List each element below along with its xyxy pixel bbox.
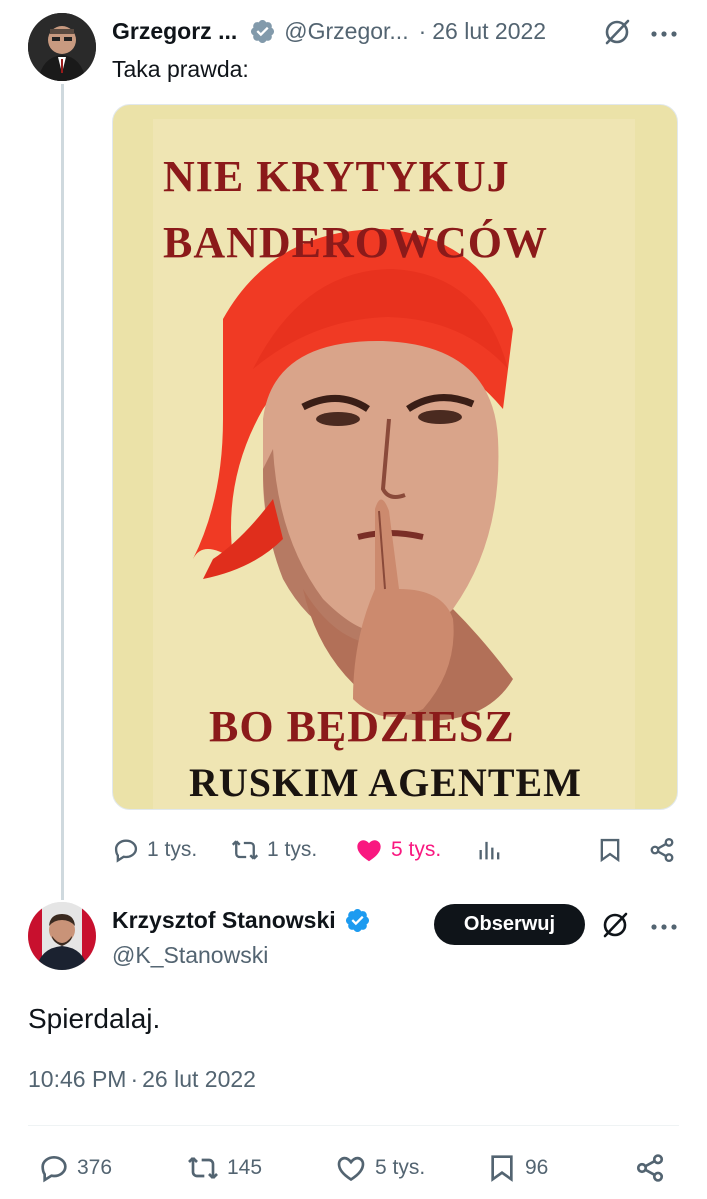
author-handle[interactable]: @Grzegor... — [284, 18, 408, 45]
reply-count: 1 tys. — [147, 838, 198, 861]
tweet-actions: 376 145 5 tys. 96 — [28, 1148, 680, 1188]
tweet-media-image[interactable]: NIE KRYTYKUJ BANDEROWCÓW BO BĘDZIESZ RUS… — [112, 104, 678, 810]
verified-badge-icon — [344, 907, 371, 934]
retweet-count: 1 tys. — [267, 838, 318, 861]
reply-button[interactable]: 1 tys. — [112, 830, 197, 870]
tweet-header: Grzegorz ... @Grzegor... · 26 lut 2022 — [112, 14, 546, 48]
divider — [28, 1125, 679, 1126]
share-icon — [650, 837, 674, 863]
retweet-button[interactable]: 145 — [186, 1148, 262, 1188]
like-icon — [357, 840, 381, 862]
tweet-date: 26 lut 2022 — [142, 1066, 256, 1092]
separator: · — [130, 1066, 139, 1092]
tweet-text: Taka prawda: — [112, 56, 249, 82]
tweet-date[interactable]: 26 lut 2022 — [432, 18, 546, 45]
tweet-time: 10:46 PM — [28, 1066, 127, 1092]
tweet-timestamp[interactable]: 10:46 PM · 26 lut 2022 — [28, 1066, 256, 1093]
separator: · — [418, 17, 427, 44]
bookmark-button[interactable]: 96 — [486, 1148, 548, 1188]
bookmark-icon — [491, 1155, 513, 1182]
retweet-icon — [188, 1157, 218, 1179]
grok-icon[interactable] — [602, 17, 632, 47]
author-name[interactable]: Grzegorz ... — [112, 18, 237, 45]
poster-line-2: BANDEROWCÓW — [163, 218, 549, 267]
thread-line — [61, 84, 64, 900]
poster-line-4: RUSKIM AGENTEM — [189, 760, 582, 805]
author-name[interactable]: Krzysztof Stanowski — [112, 907, 336, 934]
like-count: 5 tys. — [391, 838, 442, 861]
avatar[interactable] — [28, 13, 96, 81]
like-button[interactable]: 5 tys. — [354, 830, 441, 870]
avatar[interactable] — [28, 902, 96, 970]
share-button[interactable] — [648, 830, 683, 870]
tweet-actions: 1 tys. 1 tys. 5 tys. — [112, 830, 682, 870]
follow-button[interactable]: Obserwuj — [434, 904, 585, 945]
tweet-header: Krzysztof Stanowski — [112, 904, 371, 936]
reply-icon — [41, 1155, 67, 1183]
poster-line-3: BO BĘDZIESZ — [209, 702, 515, 751]
retweet-count: 145 — [227, 1156, 263, 1179]
more-icon[interactable] — [649, 919, 679, 930]
reply-count: 376 — [77, 1156, 113, 1179]
reply-button[interactable]: 376 — [38, 1148, 112, 1188]
bookmark-count: 96 — [525, 1156, 549, 1179]
views-icon — [479, 841, 500, 860]
share-button[interactable] — [634, 1148, 673, 1188]
bookmark-icon — [600, 838, 620, 863]
like-icon — [337, 1156, 365, 1182]
poster-line-1: NIE KRYTYKUJ — [163, 152, 510, 201]
poster: NIE KRYTYKUJ BANDEROWCÓW BO BĘDZIESZ RUS… — [153, 119, 635, 809]
like-button[interactable]: 5 tys. — [334, 1148, 425, 1188]
views-button[interactable] — [476, 830, 511, 870]
verified-badge-icon — [249, 18, 276, 45]
tweet-text: Spierdalaj. — [28, 1003, 161, 1034]
retweet-button[interactable]: 1 tys. — [230, 830, 317, 870]
bookmark-button[interactable] — [596, 830, 631, 870]
reply-icon — [114, 839, 138, 863]
retweet-icon — [231, 840, 259, 860]
grok-icon[interactable] — [600, 910, 630, 940]
author-handle[interactable]: @K_Stanowski — [112, 942, 268, 969]
share-icon — [636, 1154, 664, 1182]
more-icon[interactable] — [649, 26, 679, 37]
like-count: 5 tys. — [375, 1156, 426, 1179]
